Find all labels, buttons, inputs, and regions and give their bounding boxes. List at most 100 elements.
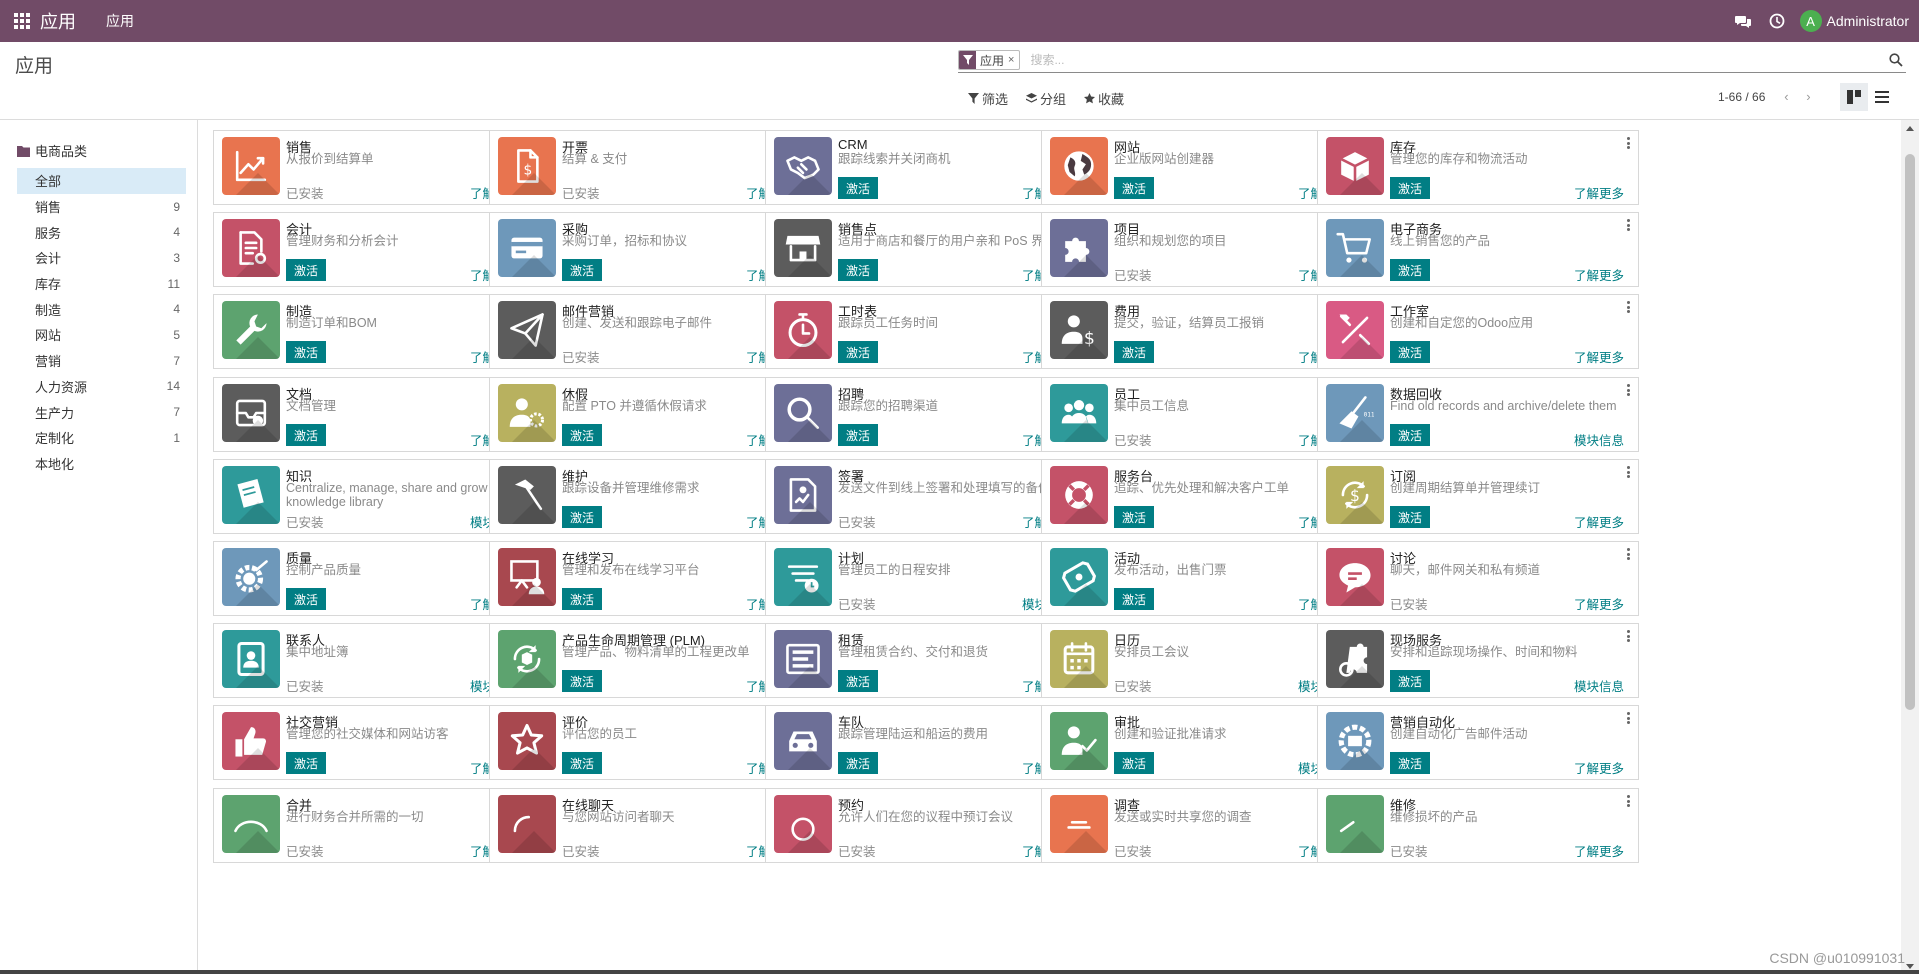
activate-button[interactable]: 激活 — [286, 752, 327, 774]
activate-button[interactable]: 激活 — [1114, 588, 1155, 610]
svg-text:$: $ — [1350, 487, 1360, 505]
more-options-icon[interactable] — [1624, 300, 1632, 314]
activate-button[interactable]: 激活 — [838, 341, 879, 363]
more-options-icon[interactable] — [1624, 794, 1632, 808]
sidebar-item[interactable]: 库存 11 — [17, 271, 186, 297]
activate-button[interactable]: 激活 — [562, 752, 603, 774]
learn-more-link[interactable]: 了解更多 — [1574, 594, 1624, 613]
app-card: 计划管理员工的日程安排已安装模块信息 — [765, 541, 1087, 616]
activate-button[interactable]: 激活 — [1390, 752, 1431, 774]
app-card: 销售从报价到结算单已安装了解更多 — [213, 130, 535, 205]
learn-more-link[interactable]: 了解更多 — [1574, 347, 1624, 366]
activate-button[interactable]: 激活 — [1390, 670, 1431, 692]
scrollbar-thumb[interactable] — [1905, 154, 1915, 710]
activate-button[interactable]: 激活 — [286, 259, 327, 281]
app-card: 审批创建和验证批准请求激活模块信息 — [1041, 705, 1363, 780]
sidebar-item-label: 制造 — [35, 302, 62, 318]
menu-item-apps[interactable]: 应用 — [106, 11, 134, 31]
app-card: 日历安排员工会议已安装模块信息 — [1041, 623, 1363, 698]
activate-button[interactable]: 激活 — [562, 670, 603, 692]
view-switcher — [1840, 83, 1896, 111]
filter-button[interactable]: 筛选 — [968, 89, 1008, 108]
activate-button[interactable]: 激活 — [838, 752, 879, 774]
favorites-button[interactable]: 收藏 — [1084, 89, 1124, 108]
search-input[interactable] — [1030, 49, 1886, 71]
sidebar-item[interactable]: 生产力 7 — [17, 399, 186, 425]
sidebar-item[interactable]: 人力资源 14 — [17, 374, 186, 400]
activate-button[interactable]: 激活 — [838, 259, 879, 281]
more-options-icon[interactable] — [1624, 465, 1632, 479]
more-options-icon[interactable] — [1624, 383, 1632, 397]
current-app-name[interactable]: 应用 — [40, 8, 76, 34]
learn-more-link[interactable]: 了解更多 — [1574, 265, 1624, 284]
repair-icon — [1326, 795, 1384, 853]
activate-button[interactable]: 激活 — [1390, 177, 1431, 199]
activate-button[interactable]: 激活 — [1390, 341, 1431, 363]
scrollbar[interactable] — [1901, 120, 1919, 974]
activate-button[interactable]: 激活 — [286, 341, 327, 363]
app-card: 库存 管理您的库存和物流活动 激活 了解更多 — [1317, 130, 1639, 205]
installed-status: 已安装 — [286, 845, 324, 859]
activate-button[interactable]: 激活 — [1390, 424, 1431, 446]
module-info-link[interactable]: 模块信息 — [1574, 430, 1624, 449]
sidebar-item-label: 全部 — [35, 174, 62, 190]
pager-value[interactable]: 1-66 / 66 — [1718, 90, 1765, 104]
learn-more-link[interactable]: 了解更多 — [1574, 841, 1624, 860]
search-facet[interactable]: 应用 × — [958, 50, 1021, 70]
activate-button[interactable]: 激活 — [1114, 506, 1155, 528]
sidebar-item[interactable]: 会计 3 — [17, 245, 186, 271]
kanban-view-icon[interactable] — [1840, 83, 1868, 111]
learn-more-link[interactable]: 了解更多 — [1574, 183, 1624, 202]
sidebar-item[interactable]: 本地化 — [17, 451, 186, 477]
activate-button[interactable]: 激活 — [1390, 506, 1431, 528]
activate-button[interactable]: 激活 — [838, 177, 879, 199]
activate-button[interactable]: 激活 — [1114, 177, 1155, 199]
learn-more-link[interactable]: 了解更多 — [1574, 512, 1624, 531]
activate-button[interactable]: 激活 — [286, 424, 327, 446]
learn-more-link[interactable]: 了解更多 — [1574, 758, 1624, 777]
more-options-icon[interactable] — [1624, 711, 1632, 725]
more-options-icon[interactable] — [1624, 547, 1632, 561]
app-card: 电子商务 线上销售您的产品 激活 了解更多 — [1317, 212, 1639, 287]
activity-clock-icon[interactable] — [1760, 0, 1794, 42]
activate-button[interactable]: 激活 — [562, 588, 603, 610]
search-icon[interactable] — [1886, 53, 1906, 67]
sidebar-item[interactable]: 全部 — [17, 168, 186, 194]
sidebar-item[interactable]: 定制化 1 — [17, 425, 186, 451]
scroll-up-icon[interactable] — [1901, 120, 1919, 136]
sidebar-item-count: 4 — [173, 225, 180, 240]
pager-next-icon[interactable]: › — [1797, 89, 1819, 104]
user-menu[interactable]: A Administrator — [1799, 10, 1909, 32]
group-by-button[interactable]: 分组 — [1026, 89, 1066, 108]
activate-button[interactable]: 激活 — [562, 259, 603, 281]
app-menu-grid-icon[interactable] — [4, 0, 40, 42]
more-options-icon[interactable] — [1624, 218, 1632, 232]
sidebar-item[interactable]: 服务 4 — [17, 219, 186, 245]
activate-button[interactable]: 激活 — [1114, 752, 1155, 774]
activate-button[interactable]: 激活 — [1114, 341, 1155, 363]
sidebar-item-count: 5 — [173, 327, 180, 342]
activate-button[interactable]: 激活 — [562, 506, 603, 528]
module-info-link[interactable]: 模块信息 — [1574, 676, 1624, 695]
activate-button[interactable]: 激活 — [1390, 259, 1431, 281]
activate-button[interactable]: 激活 — [286, 588, 327, 610]
app-card: 员工集中员工信息已安装了解更多 — [1041, 377, 1363, 452]
layers-icon — [1026, 93, 1038, 103]
svg-text:011: 011 — [1364, 411, 1374, 418]
facet-remove-icon[interactable]: × — [1008, 54, 1019, 66]
more-options-icon[interactable] — [1624, 629, 1632, 643]
pager-previous-icon[interactable]: ‹ — [1775, 89, 1797, 104]
category-sidebar: 电商品类 全部 销售 9 服务 4 会计 3 库存 11 制造 4 网站 5 营销 7 人力资源 14 生产力 7 定… — [0, 120, 198, 974]
activate-button[interactable]: 激活 — [838, 670, 879, 692]
sidebar-item[interactable]: 制造 4 — [17, 296, 186, 322]
chart-icon — [222, 137, 280, 195]
activate-button[interactable]: 激活 — [562, 424, 603, 446]
sidebar-item[interactable]: 网站 5 — [17, 322, 186, 348]
discuss-chat-icon[interactable] — [1726, 0, 1760, 42]
more-options-icon[interactable] — [1624, 136, 1632, 150]
list-view-icon[interactable] — [1868, 83, 1896, 111]
app-card: 活动发布活动，出售门票激活了解更多 — [1041, 541, 1363, 616]
sidebar-item[interactable]: 销售 9 — [17, 194, 186, 220]
sidebar-item[interactable]: 营销 7 — [17, 348, 186, 374]
activate-button[interactable]: 激活 — [838, 424, 879, 446]
